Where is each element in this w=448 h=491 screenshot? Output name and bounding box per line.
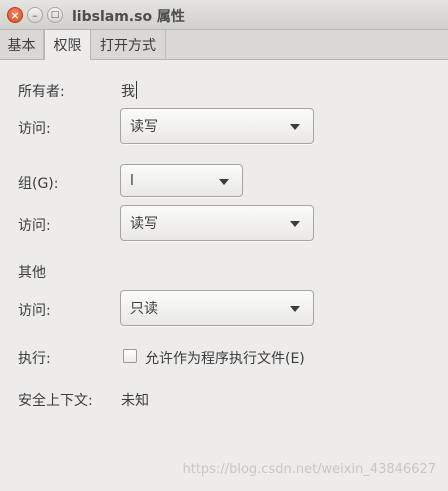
- execute-checkbox-label[interactable]: 允许作为程序执行文件(E): [145, 348, 305, 368]
- maximize-window-button[interactable]: □: [47, 7, 63, 23]
- tab-bar: 基本 权限 打开方式: [0, 29, 448, 60]
- close-icon: ×: [10, 8, 20, 22]
- owner-access-select[interactable]: 读写: [120, 108, 314, 144]
- chevron-down-icon: [219, 178, 229, 185]
- chevron-down-icon: [290, 221, 300, 227]
- others-access-select[interactable]: 只读: [120, 290, 314, 326]
- owner-value: 我: [121, 81, 137, 101]
- chevron-down-icon: [290, 306, 300, 312]
- tab-permissions[interactable]: 权限: [44, 29, 91, 60]
- others-label: 其他: [18, 265, 46, 281]
- title-bar: × – □ libslam.so 属性: [0, 0, 448, 30]
- group-access-value: 读写: [130, 216, 158, 232]
- security-context-value: 未知: [121, 393, 149, 409]
- watermark: https://blog.csdn.net/weixin_43846627: [182, 462, 436, 477]
- group-value: l: [130, 172, 134, 189]
- minimize-icon: –: [32, 8, 38, 22]
- owner-label: 所有者:: [18, 84, 65, 100]
- execute-label: 执行:: [18, 351, 51, 367]
- close-window-button[interactable]: ×: [7, 7, 23, 23]
- group-access-label: 访问:: [18, 218, 51, 234]
- group-select[interactable]: l: [120, 164, 243, 197]
- tab-basic[interactable]: 基本: [0, 30, 44, 60]
- owner-access-value: 读写: [130, 119, 158, 135]
- window-title: libslam.so 属性: [72, 9, 185, 25]
- others-access-label: 访问:: [18, 303, 51, 319]
- owner-access-label: 访问:: [18, 121, 51, 137]
- minimize-window-button[interactable]: –: [27, 7, 43, 23]
- group-label: 组(G):: [18, 176, 59, 192]
- security-context-label: 安全上下文:: [18, 393, 93, 409]
- maximize-icon: □: [50, 9, 60, 20]
- text-cursor: [136, 81, 137, 99]
- tab-open-with[interactable]: 打开方式: [91, 30, 166, 60]
- execute-checkbox[interactable]: [123, 349, 137, 363]
- chevron-down-icon: [290, 124, 300, 130]
- others-access-value: 只读: [130, 301, 158, 317]
- group-access-select[interactable]: 读写: [120, 205, 314, 241]
